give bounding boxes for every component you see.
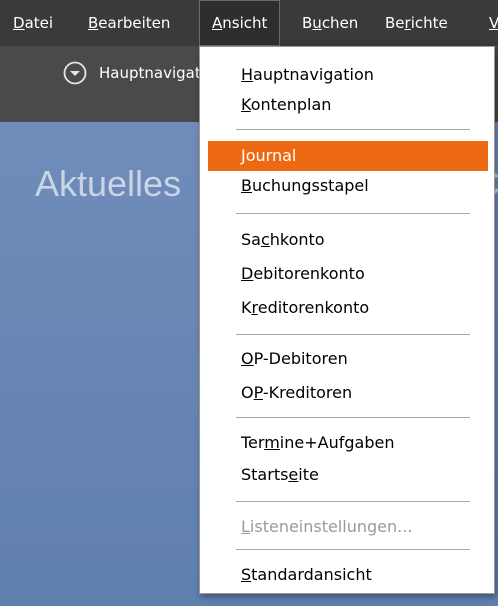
menu-label-accel: B bbox=[88, 14, 99, 32]
menu-item-startseite[interactable]: Startseite bbox=[208, 460, 488, 490]
menu-item-listeneinstellungen: Listeneinstellungen... bbox=[208, 512, 488, 542]
menu-label-post: atei bbox=[24, 14, 54, 32]
item-label-accel: P bbox=[253, 383, 263, 402]
menu-separator bbox=[236, 501, 470, 502]
item-label-post: hkonto bbox=[269, 230, 325, 249]
menu-item-termine-aufgaben[interactable]: Termine+Aufgaben bbox=[208, 428, 488, 458]
item-label-pre: Sa bbox=[241, 230, 261, 249]
menu-ansicht[interactable]: Ansicht bbox=[199, 0, 281, 46]
menu-buchen[interactable]: Buchen bbox=[302, 0, 358, 46]
menu-separator bbox=[236, 417, 470, 418]
menu-bearbeiten[interactable]: Bearbeiten bbox=[88, 0, 170, 46]
item-label-pre: K bbox=[241, 298, 252, 317]
menu-item-sachkonto[interactable]: Sachkonto bbox=[208, 225, 488, 255]
menu-item-hauptnavigation[interactable]: Hauptnavigation bbox=[208, 60, 488, 90]
item-label-post: P-Debitoren bbox=[253, 349, 348, 368]
item-label-pre: Ter bbox=[241, 433, 265, 452]
menu-label-post: earbeiten bbox=[98, 14, 171, 32]
item-label-post: -Kreditoren bbox=[262, 383, 353, 402]
menu-berichte[interactable]: Berichte bbox=[385, 0, 448, 46]
menu-item-standardansicht[interactable]: Standardansicht bbox=[208, 560, 488, 590]
menu-label-post: ichte bbox=[410, 14, 448, 32]
item-label-accel: e bbox=[288, 465, 299, 484]
menu-item-kreditorenkonto[interactable]: Kreditorenkonto bbox=[208, 293, 488, 323]
item-label-accel: D bbox=[241, 264, 254, 283]
menu-v[interactable]: V bbox=[489, 0, 498, 46]
item-label-post: ebitorenkonto bbox=[253, 264, 365, 283]
menu-item-debitorenkonto[interactable]: Debitorenkonto bbox=[208, 259, 488, 289]
menu-label-pre: B bbox=[302, 14, 313, 32]
menu-label-accel: V bbox=[489, 14, 498, 32]
menu-item-op-debitoren[interactable]: OP-Debitoren bbox=[208, 344, 488, 374]
item-label-post: uchungsstapel bbox=[251, 176, 369, 195]
chevron-circle-down-icon[interactable] bbox=[63, 61, 87, 85]
menu-item-journal[interactable]: Journal bbox=[208, 141, 488, 171]
menu-datei[interactable]: Datei bbox=[13, 0, 53, 46]
item-label-accel: S bbox=[241, 565, 252, 584]
ansicht-dropdown-menu: Hauptnavigation Kontenplan Journal Buchu… bbox=[199, 46, 495, 594]
menu-item-op-kreditoren[interactable]: OP-Kreditoren bbox=[208, 378, 488, 408]
item-label-pre: Starts bbox=[241, 465, 289, 484]
menu-separator bbox=[236, 334, 470, 335]
item-label-post: editorenkonto bbox=[257, 298, 370, 317]
menu-label-accel: u bbox=[312, 14, 322, 32]
menu-label-post: chen bbox=[321, 14, 359, 32]
item-label-accel: m bbox=[264, 433, 280, 452]
item-label-post: ine+Aufgaben bbox=[279, 433, 395, 452]
menu-separator bbox=[236, 549, 470, 550]
menu-label-accel: D bbox=[13, 14, 25, 32]
item-label-pre: O bbox=[241, 383, 254, 402]
menu-bar: Datei Bearbeiten Ansicht Buchen Berichte… bbox=[0, 0, 498, 46]
menu-label-post: nsicht bbox=[222, 14, 268, 32]
item-label-accel: c bbox=[260, 230, 270, 249]
item-label-post: isteneinstellungen... bbox=[249, 517, 413, 536]
menu-item-kontenplan[interactable]: Kontenplan bbox=[208, 90, 488, 120]
item-label-post: auptnavigation bbox=[253, 65, 374, 84]
menu-separator bbox=[236, 213, 470, 214]
item-label-post: ournal bbox=[245, 146, 297, 165]
item-label-accel: B bbox=[241, 176, 252, 195]
menu-label-pre: Be bbox=[385, 14, 405, 32]
item-label-accel: O bbox=[241, 349, 254, 368]
item-label-accel: H bbox=[241, 65, 254, 84]
menu-separator bbox=[236, 129, 470, 130]
menu-item-buchungsstapel[interactable]: Buchungsstapel bbox=[208, 171, 488, 201]
item-label-accel: L bbox=[241, 517, 250, 536]
item-label-post: ite bbox=[298, 465, 319, 484]
item-label-accel: K bbox=[241, 95, 251, 114]
item-label-post: ontenplan bbox=[250, 95, 332, 114]
item-label-post: tandardansicht bbox=[251, 565, 372, 584]
section-heading: Aktuelles bbox=[35, 163, 182, 204]
menu-label-accel: A bbox=[212, 14, 223, 32]
